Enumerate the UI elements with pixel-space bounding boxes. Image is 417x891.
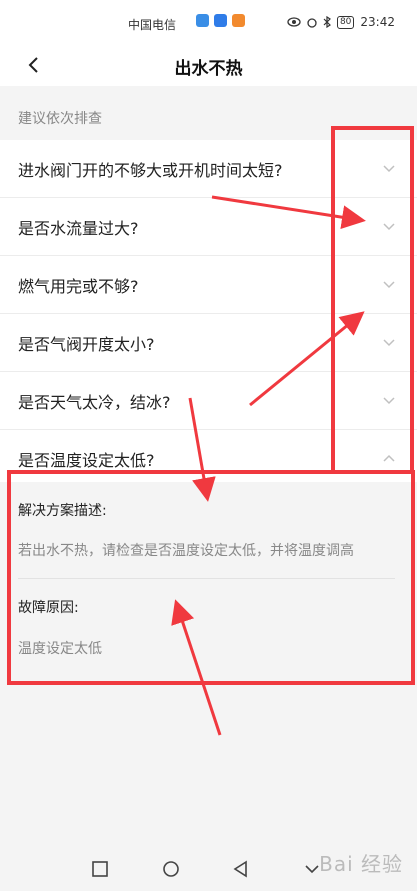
arrow-mark [249, 311, 365, 407]
arrow-mark [211, 195, 366, 230]
back-nav-icon[interactable] [232, 860, 250, 878]
arrow-mark [171, 599, 222, 736]
recent-apps-icon[interactable] [91, 860, 109, 878]
home-icon[interactable] [162, 860, 180, 878]
arrow-mark [188, 397, 216, 502]
annotation-arrows [171, 195, 366, 736]
watermark: Bai 经验 [319, 852, 403, 876]
